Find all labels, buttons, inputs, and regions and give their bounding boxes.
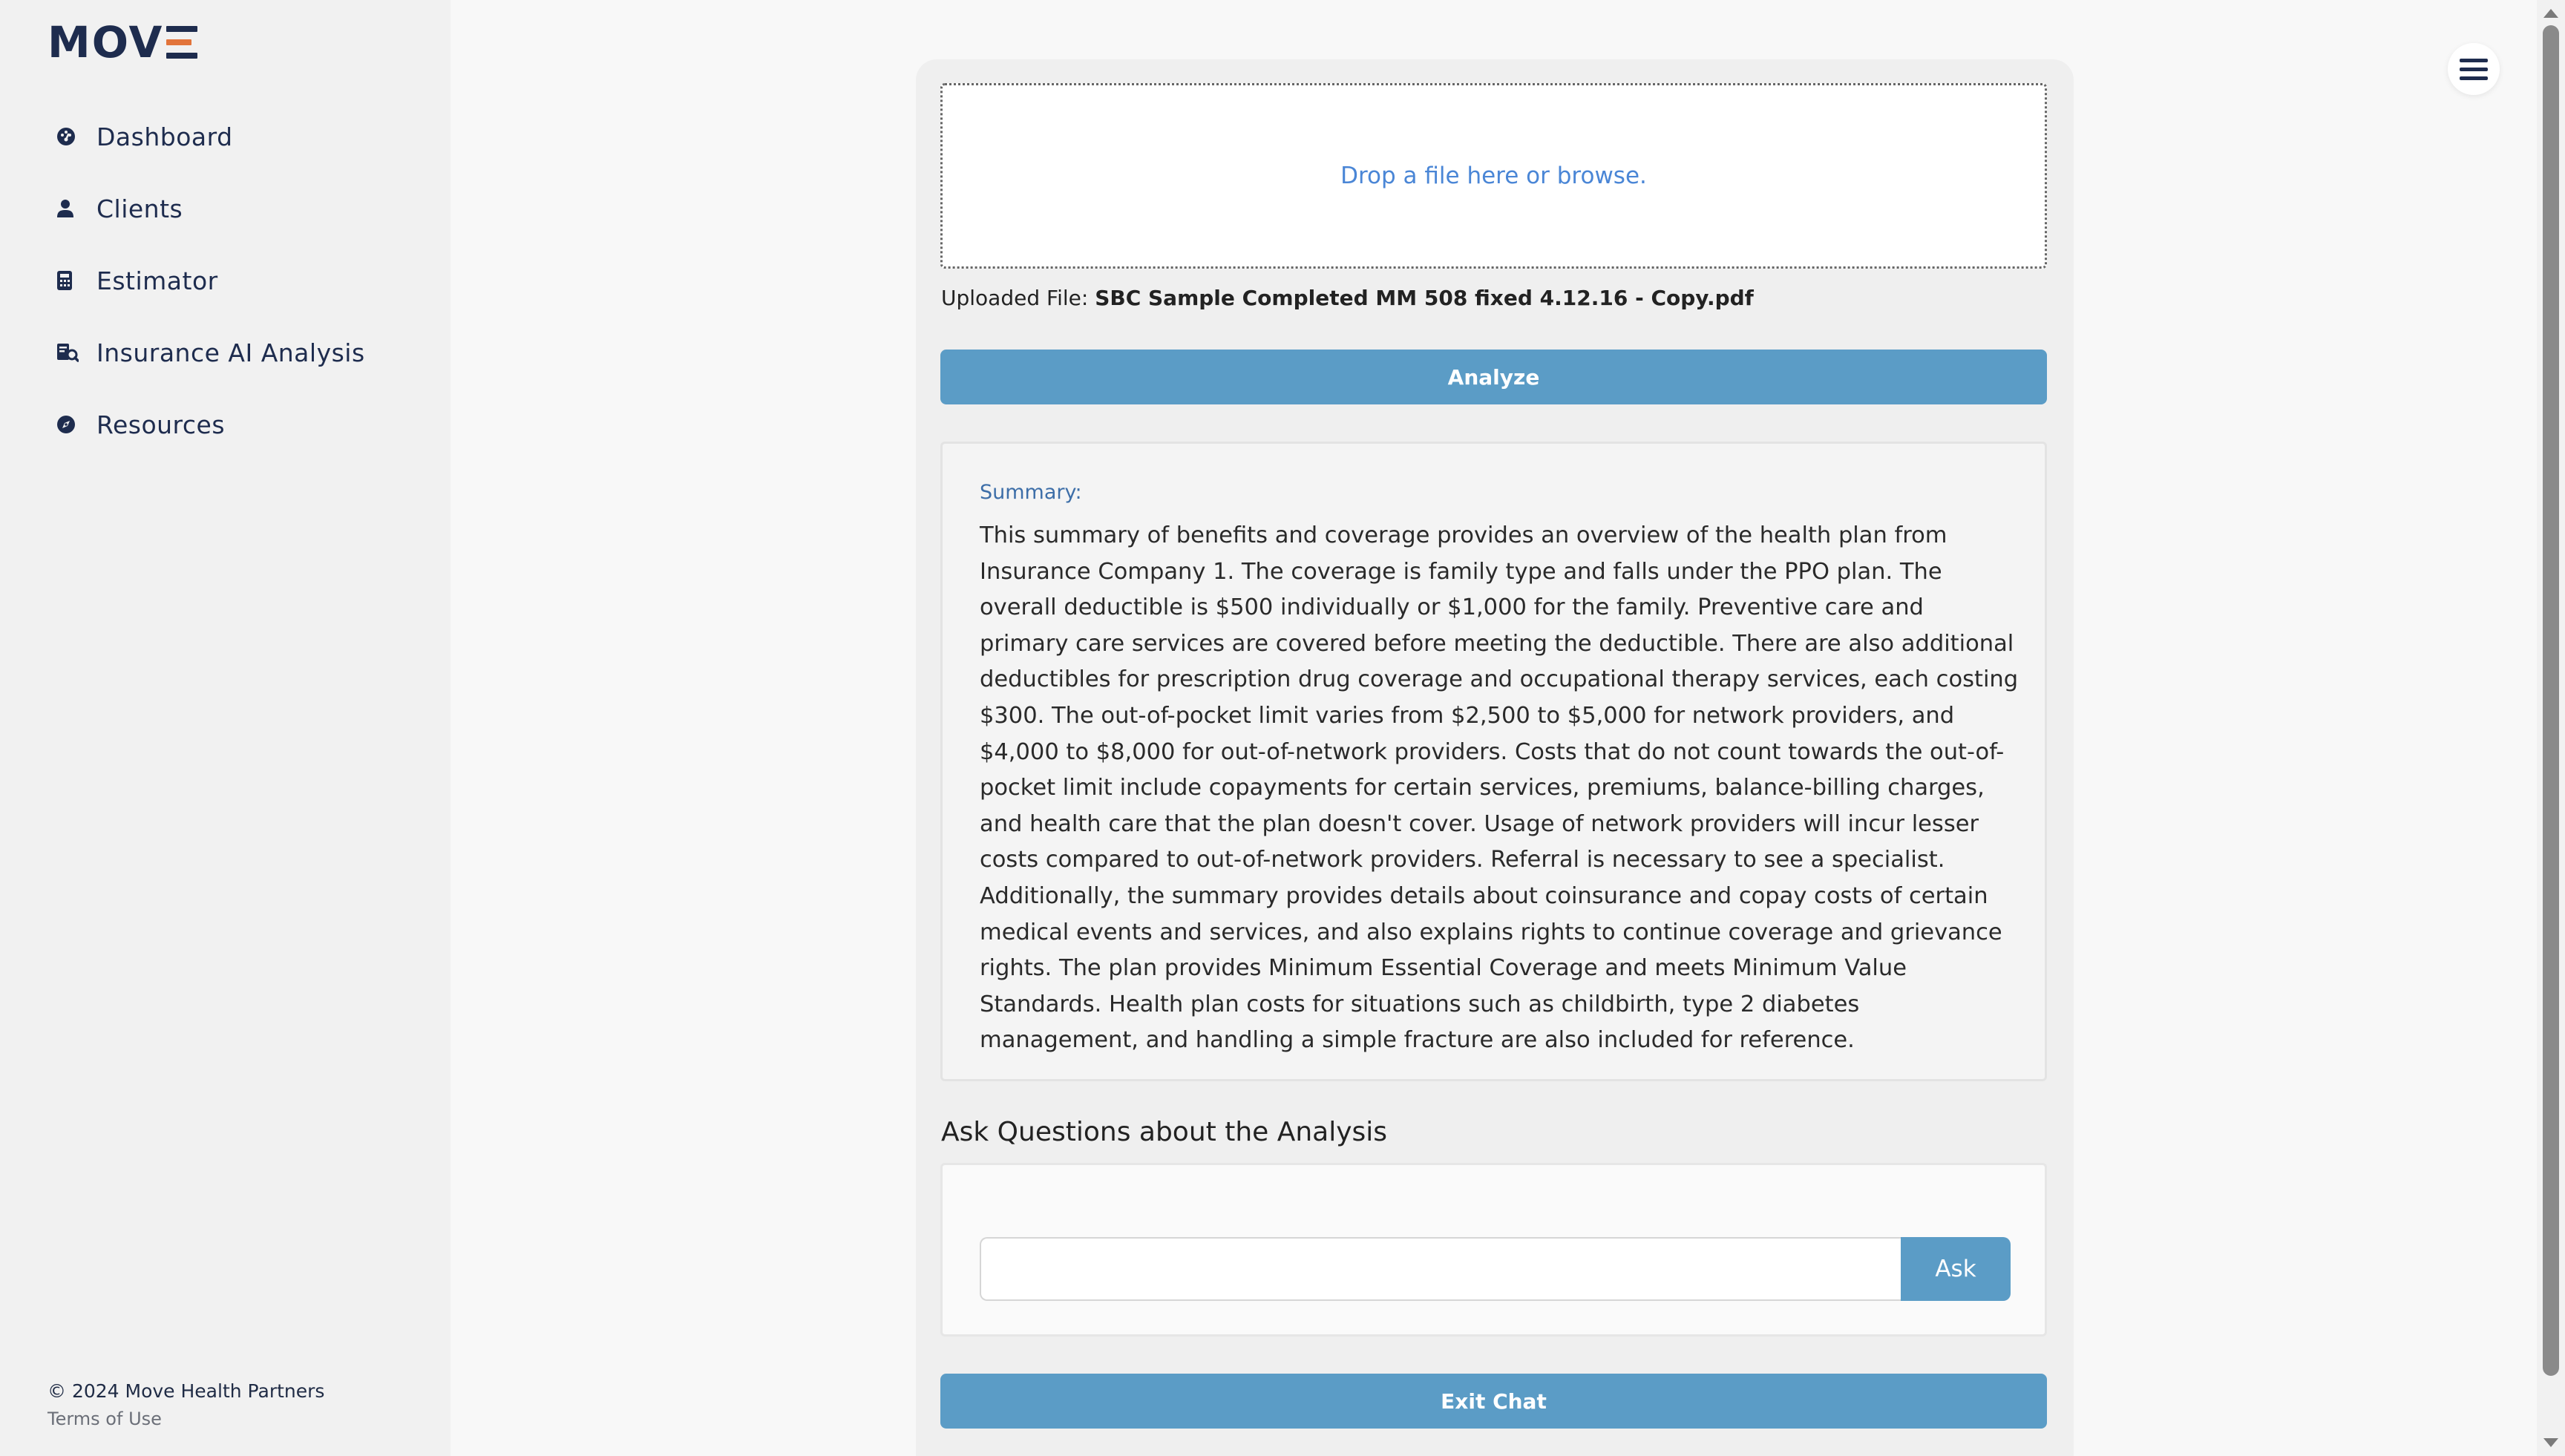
ask-questions-heading: Ask Questions about the Analysis	[941, 1117, 1388, 1147]
sidebar-item-label: Dashboard	[96, 122, 233, 151]
scroll-down-arrow-icon[interactable]	[2543, 1438, 2558, 1447]
sidebar-item-label: Clients	[96, 194, 183, 223]
sidebar-item-label: Resources	[96, 410, 226, 439]
sidebar-nav: Dashboard Clients Estimator Insurance AI…	[48, 111, 433, 471]
analyze-button[interactable]: Analyze	[940, 350, 2047, 404]
dashboard-icon	[48, 127, 83, 146]
user-icon	[48, 199, 83, 218]
uploaded-file-info: Uploaded File: SBC Sample Completed MM 5…	[941, 286, 1754, 310]
sidebar: MOV Dashboard Clients Estimator Insuranc…	[0, 0, 451, 1456]
summary-text: This summary of benefits and coverage pr…	[980, 522, 2019, 1054]
compass-icon	[48, 415, 83, 434]
summary-panel: Summary: This summary of benefits and co…	[940, 442, 2047, 1081]
uploaded-file-label: Uploaded File:	[941, 286, 1095, 310]
document-analysis-icon	[48, 343, 83, 362]
main-content: Drop a file here or browse. Uploaded Fil…	[451, 0, 2536, 1456]
sidebar-item-resources[interactable]: Resources	[48, 399, 433, 450]
sidebar-item-label: Insurance AI Analysis	[96, 338, 365, 367]
sidebar-item-label: Estimator	[96, 266, 218, 295]
sidebar-item-dashboard[interactable]: Dashboard	[48, 111, 433, 162]
uploaded-file-name: SBC Sample Completed MM 508 fixed 4.12.1…	[1095, 286, 1754, 310]
chat-panel: Ask	[940, 1163, 2047, 1337]
ask-button[interactable]: Ask	[1901, 1237, 2011, 1301]
sidebar-item-insurance-ai-analysis[interactable]: Insurance AI Analysis	[48, 327, 433, 378]
scrollbar-thumb[interactable]	[2543, 25, 2559, 1376]
question-input[interactable]	[980, 1237, 1901, 1301]
hamburger-menu-icon[interactable]	[2448, 43, 2500, 95]
calculator-icon	[48, 270, 83, 291]
file-dropzone[interactable]: Drop a file here or browse.	[940, 83, 2047, 269]
scroll-up-arrow-icon[interactable]	[2543, 9, 2558, 18]
logo-e-mark	[166, 24, 198, 60]
sidebar-item-estimator[interactable]: Estimator	[48, 255, 433, 306]
sidebar-item-clients[interactable]: Clients	[48, 183, 433, 234]
terms-of-use-link[interactable]: Terms of Use	[48, 1409, 162, 1429]
exit-chat-button[interactable]: Exit Chat	[940, 1374, 2047, 1429]
copyright-text: © 2024 Move Health Partners	[48, 1380, 325, 1402]
dropzone-text[interactable]: Drop a file here or browse.	[1340, 163, 1647, 189]
vertical-scrollbar[interactable]	[2537, 0, 2565, 1456]
move-logo[interactable]: MOV	[48, 17, 198, 68]
logo-text: MOV	[48, 17, 164, 68]
summary-label: Summary:	[980, 481, 1082, 504]
